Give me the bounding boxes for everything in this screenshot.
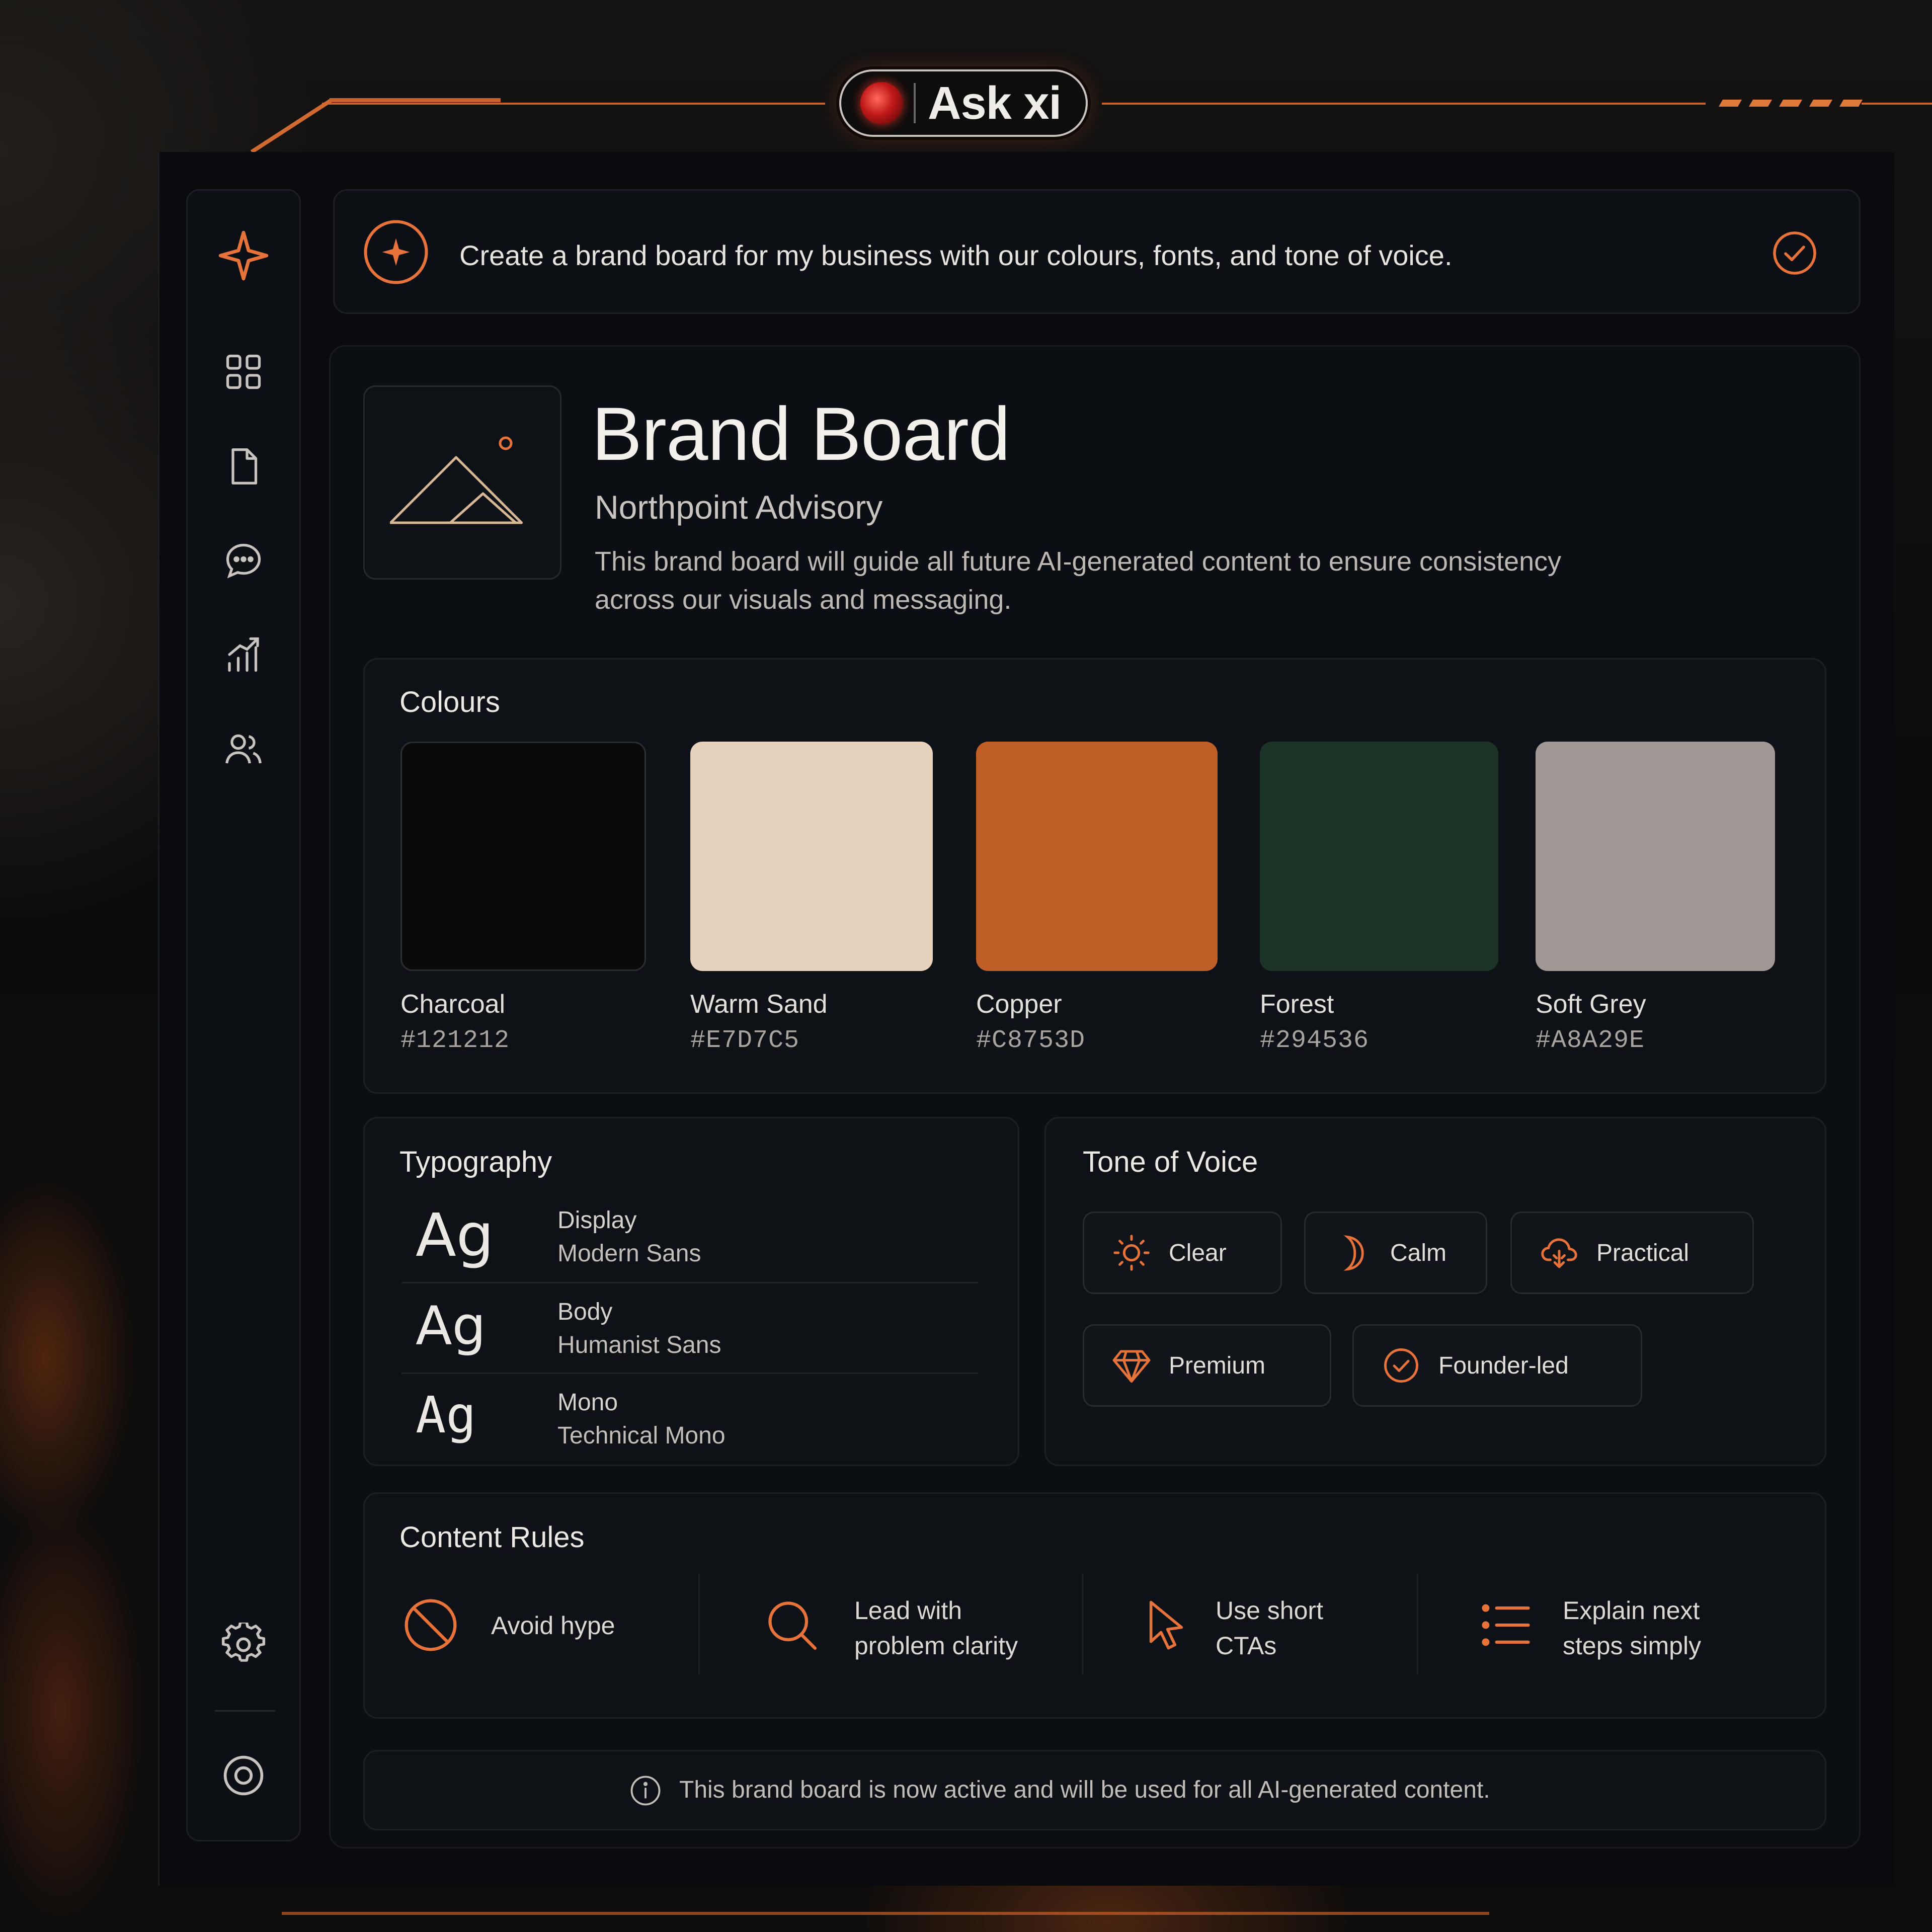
tone-chip-calm[interactable]: Calm: [1304, 1212, 1487, 1294]
type-role: Mono: [557, 1389, 618, 1416]
type-sample-mono: Ag: [416, 1386, 476, 1444]
swatch-charcoal[interactable]: [400, 742, 646, 971]
swatch-name: Forest: [1260, 990, 1334, 1019]
rule-lead-line2: problem clarity: [854, 1632, 1018, 1660]
cloud-icon: [1541, 1238, 1577, 1268]
type-face: Technical Mono: [557, 1422, 726, 1449]
hud-corner-left-top: [330, 98, 501, 102]
sparkle-icon[interactable]: [216, 228, 271, 283]
chip-label: Founder-led: [1438, 1352, 1569, 1379]
rule-explain-line2: steps simply: [1563, 1632, 1702, 1660]
rule-divider: [1417, 1574, 1418, 1674]
type-role: Body: [557, 1299, 613, 1325]
type-face: Humanist Sans: [557, 1332, 721, 1358]
sidebar-divider: [215, 1710, 275, 1712]
swatch-name: Soft Grey: [1536, 990, 1646, 1019]
analytics-icon[interactable]: [222, 633, 265, 676]
rules-heading: Content Rules: [399, 1521, 585, 1554]
swatch-hex: #294536: [1260, 1026, 1370, 1055]
ask-xi-orb-icon: [860, 82, 903, 124]
company-name: Northpoint Advisory: [595, 489, 883, 526]
type-sample-display: Ag: [416, 1200, 494, 1270]
swatch-hex: #A8A29E: [1536, 1026, 1645, 1055]
swatch-name: Warm Sand: [690, 990, 828, 1019]
rule-avoid-hype: Avoid hype: [491, 1612, 615, 1640]
status-text: This brand board is now active and will …: [679, 1777, 1490, 1803]
rule-ctas-line2: CTAs: [1216, 1632, 1277, 1660]
chip-label: Clear: [1169, 1239, 1227, 1266]
swatch-hex: #121212: [400, 1026, 510, 1055]
target-icon[interactable]: [220, 1752, 267, 1799]
rule-divider: [698, 1574, 700, 1674]
swatch-copper[interactable]: [976, 742, 1218, 971]
hud-line-far-right: [1862, 103, 1932, 105]
prompt-text: Create a brand board for my business wit…: [459, 239, 1453, 271]
tone-chip-premium[interactable]: Premium: [1083, 1324, 1331, 1407]
type-divider: [401, 1373, 978, 1374]
sparkle-badge-icon: [364, 220, 428, 284]
ask-xi-badge[interactable]: Ask xi: [839, 69, 1088, 137]
diamond-icon: [1112, 1350, 1151, 1383]
colours-heading: Colours: [399, 686, 500, 718]
info-icon: [630, 1776, 661, 1806]
grid-icon[interactable]: [222, 351, 265, 393]
chip-label: Calm: [1390, 1239, 1447, 1266]
check-circle-icon: [1384, 1348, 1418, 1383]
sun-icon: [1113, 1235, 1150, 1271]
swatch-name: Charcoal: [400, 990, 506, 1019]
hud-dashes: [1718, 100, 1863, 107]
search-icon: [768, 1601, 817, 1650]
cursor-icon: [1149, 1600, 1183, 1650]
swatch-name: Copper: [976, 990, 1062, 1019]
swatch-forest[interactable]: [1260, 742, 1498, 971]
type-role: Display: [557, 1207, 637, 1234]
moon-icon: [1343, 1235, 1364, 1271]
swatch-hex: #C8753D: [976, 1026, 1086, 1055]
list-icon: [1482, 1604, 1530, 1646]
tone-chip-founder-led[interactable]: Founder-led: [1352, 1324, 1642, 1407]
rule-divider: [1082, 1574, 1083, 1674]
chip-label: Premium: [1169, 1352, 1266, 1379]
tone-chip-practical[interactable]: Practical: [1510, 1212, 1754, 1294]
document-icon[interactable]: [222, 445, 265, 488]
swatch-warm-sand[interactable]: [690, 742, 933, 971]
gear-icon[interactable]: [221, 1623, 266, 1667]
swatch-hex: #E7D7C5: [690, 1026, 800, 1055]
rule-explain-line1: Explain next: [1563, 1596, 1700, 1625]
app-name: Ask xi: [928, 77, 1062, 129]
typography-heading: Typography: [399, 1146, 552, 1178]
rule-ctas-line1: Use short: [1216, 1596, 1323, 1625]
users-icon[interactable]: [221, 728, 266, 770]
type-divider: [401, 1282, 978, 1283]
tone-heading: Tone of Voice: [1083, 1146, 1258, 1178]
mountain-logo-icon: [390, 436, 523, 524]
hud-bottom-line: [282, 1912, 1489, 1915]
chip-label: Practical: [1596, 1239, 1689, 1266]
prompt-bar[interactable]: Create a brand board for my business wit…: [333, 189, 1861, 314]
swatch-soft-grey[interactable]: [1536, 742, 1775, 971]
sidebar: [186, 189, 301, 1841]
board-description: This brand board will guide all future A…: [595, 546, 1562, 615]
type-sample-body: Ag: [416, 1295, 486, 1357]
check-circle-icon[interactable]: [1770, 229, 1819, 277]
page-title: Brand Board: [592, 391, 1010, 476]
chat-icon[interactable]: [222, 540, 265, 582]
logo-placeholder[interactable]: [363, 385, 561, 580]
hud-line-left: [322, 103, 825, 105]
rule-lead-line1: Lead with: [854, 1596, 962, 1625]
no-entry-icon: [405, 1599, 457, 1651]
pill-divider: [914, 83, 916, 123]
type-face: Modern Sans: [557, 1240, 701, 1267]
hud-line-right: [1102, 103, 1706, 105]
tone-chip-clear[interactable]: Clear: [1083, 1212, 1282, 1294]
